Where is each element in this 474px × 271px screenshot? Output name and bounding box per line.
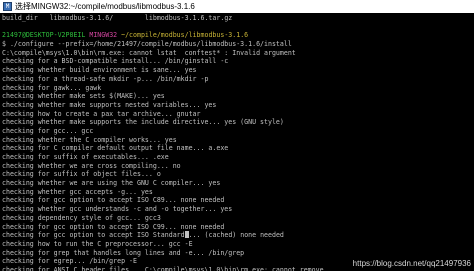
terminal-line: checking whether make supports nested va… bbox=[2, 101, 474, 110]
terminal-text-segment: MINGW32 bbox=[89, 31, 122, 40]
terminal-text-segment: checking for gawk... gawk bbox=[2, 83, 102, 92]
terminal-app-icon: M bbox=[3, 2, 12, 11]
terminal-line: checking for a BSD-compatible install...… bbox=[2, 57, 474, 66]
terminal-line: checking whether the C compiler works...… bbox=[2, 136, 474, 145]
terminal-line: C:\compile\msys\1.0\bin\rm.exe: cannot l… bbox=[2, 49, 474, 58]
terminal-line: checking whether we are using the GNU C … bbox=[2, 179, 474, 188]
terminal-text-segment: checking for a BSD-compatible install...… bbox=[2, 57, 229, 66]
terminal-text-segment: build_dir bbox=[2, 14, 38, 22]
terminal-line: checking whether gcc accepts -g... yes bbox=[2, 188, 474, 197]
terminal-text-segment: checking for grep that handles long line… bbox=[2, 248, 245, 257]
terminal-line: checking whether build environment is sa… bbox=[2, 66, 474, 75]
terminal-text-segment: checking whether we are using the GNU C … bbox=[2, 179, 221, 188]
terminal-line: checking whether make sets $(MAKE)... ye… bbox=[2, 92, 474, 101]
terminal-text-segment: checking whether we are cross compiling.… bbox=[2, 161, 181, 170]
terminal-text-segment: C:\compile\msys\1.0\bin\rm.exe: cannot l… bbox=[2, 48, 296, 57]
terminal-line: checking dependency style of gcc... gcc3 bbox=[2, 214, 474, 223]
window-titlebar[interactable]: M 选择MINGW32:~/compile/modbus/libmodbus-3… bbox=[0, 0, 474, 13]
terminal-text-segment: checking for egrep... /bin/grep -E bbox=[2, 257, 137, 266]
terminal-line: checking for suffix of executables... .e… bbox=[2, 153, 474, 162]
terminal-text-segment: checking for gcc option to accept ISO C8… bbox=[2, 196, 225, 205]
window-title: 选择MINGW32:~/compile/modbus/libmodbus-3.1… bbox=[15, 2, 195, 11]
terminal-line: $ ./configure --prefix=/home/21497/compi… bbox=[2, 40, 474, 49]
terminal-line: build_dir libmodbus-3.1.6/ libmodbus-3.1… bbox=[2, 14, 474, 23]
terminal-output[interactable]: build_dir libmodbus-3.1.6/ libmodbus-3.1… bbox=[0, 13, 474, 271]
terminal-line: 21497@DESKTOP-V2P8EIL MINGW32 ~/compile/… bbox=[2, 31, 474, 40]
terminal-line: checking for suffix of object files... o bbox=[2, 170, 474, 179]
terminal-text-segment: checking whether the C compiler works...… bbox=[2, 135, 177, 144]
terminal-text-segment: 21497@DESKTOP-V2P8EIL bbox=[2, 31, 90, 40]
terminal-line: checking for gcc... gcc bbox=[2, 127, 474, 136]
terminal-line: checking for gcc option to accept ISO St… bbox=[2, 231, 474, 240]
watermark-text: https://blog.csdn.net/qq21497936 bbox=[352, 259, 471, 268]
terminal-line: checking for gcc option to accept ISO C9… bbox=[2, 223, 474, 232]
terminal-text-segment: checking for gcc option to accept ISO St… bbox=[2, 231, 185, 240]
terminal-text-segment: ~/compile/modbus/libmodbus-3.1.6 bbox=[121, 31, 249, 40]
terminal-text-segment: checking for suffix of object files... o bbox=[2, 170, 161, 179]
terminal-text-segment: checking whether make supports the inclu… bbox=[2, 118, 284, 127]
terminal-text-segment: ... (cached) none needed bbox=[188, 231, 284, 240]
terminal-text-segment: libmodbus-3.1.6/ libmodbus-3.1.6.tar.gz bbox=[37, 14, 233, 22]
terminal-line: checking whether we are cross compiling.… bbox=[2, 162, 474, 171]
terminal-line: checking for gawk... gawk bbox=[2, 84, 474, 93]
terminal-line: checking for grep that handles long line… bbox=[2, 249, 474, 258]
terminal-text-segment: checking whether gcc accepts -g... yes bbox=[2, 187, 153, 196]
terminal-line: checking how to run the C preprocessor..… bbox=[2, 240, 474, 249]
terminal-text-segment: checking for gcc option to accept ISO C9… bbox=[2, 222, 225, 231]
terminal-line: checking for gcc option to accept ISO C8… bbox=[2, 196, 474, 205]
terminal-window: M 选择MINGW32:~/compile/modbus/libmodbus-3… bbox=[0, 0, 474, 271]
terminal-text-segment: checking whether make sets $(MAKE)... ye… bbox=[2, 92, 165, 101]
terminal-line: checking whether make supports the inclu… bbox=[2, 118, 474, 127]
terminal-text-segment: checking how to create a pax tar archive… bbox=[2, 109, 201, 118]
terminal-text-segment: $ ./configure --prefix=/home/21497/compi… bbox=[2, 40, 292, 49]
terminal-text-segment: checking for a thread-safe mkdir -p... /… bbox=[2, 74, 209, 83]
terminal-text-segment: checking dependency style of gcc... gcc3 bbox=[2, 213, 161, 222]
terminal-line: checking whether gcc understands -c and … bbox=[2, 205, 474, 214]
terminal-text-segment: checking whether make supports nested va… bbox=[2, 100, 217, 109]
terminal-text-segment: checking for gcc... gcc bbox=[2, 126, 94, 135]
terminal-text-segment: checking for ANSI C header files... C:\c… bbox=[2, 265, 328, 271]
terminal-text-segment: checking for C compiler default output f… bbox=[2, 144, 229, 153]
terminal-text-segment: checking for suffix of executables... .e… bbox=[2, 153, 169, 161]
terminal-line: checking how to create a pax tar archive… bbox=[2, 110, 474, 119]
terminal-line: checking for C compiler default output f… bbox=[2, 144, 474, 153]
terminal-text-segment: checking whether gcc understands -c and … bbox=[2, 205, 233, 214]
terminal-text-segment: checking whether build environment is sa… bbox=[2, 66, 197, 75]
terminal-line: checking for a thread-safe mkdir -p... /… bbox=[2, 75, 474, 84]
terminal-text-segment: checking how to run the C preprocessor..… bbox=[2, 239, 193, 248]
